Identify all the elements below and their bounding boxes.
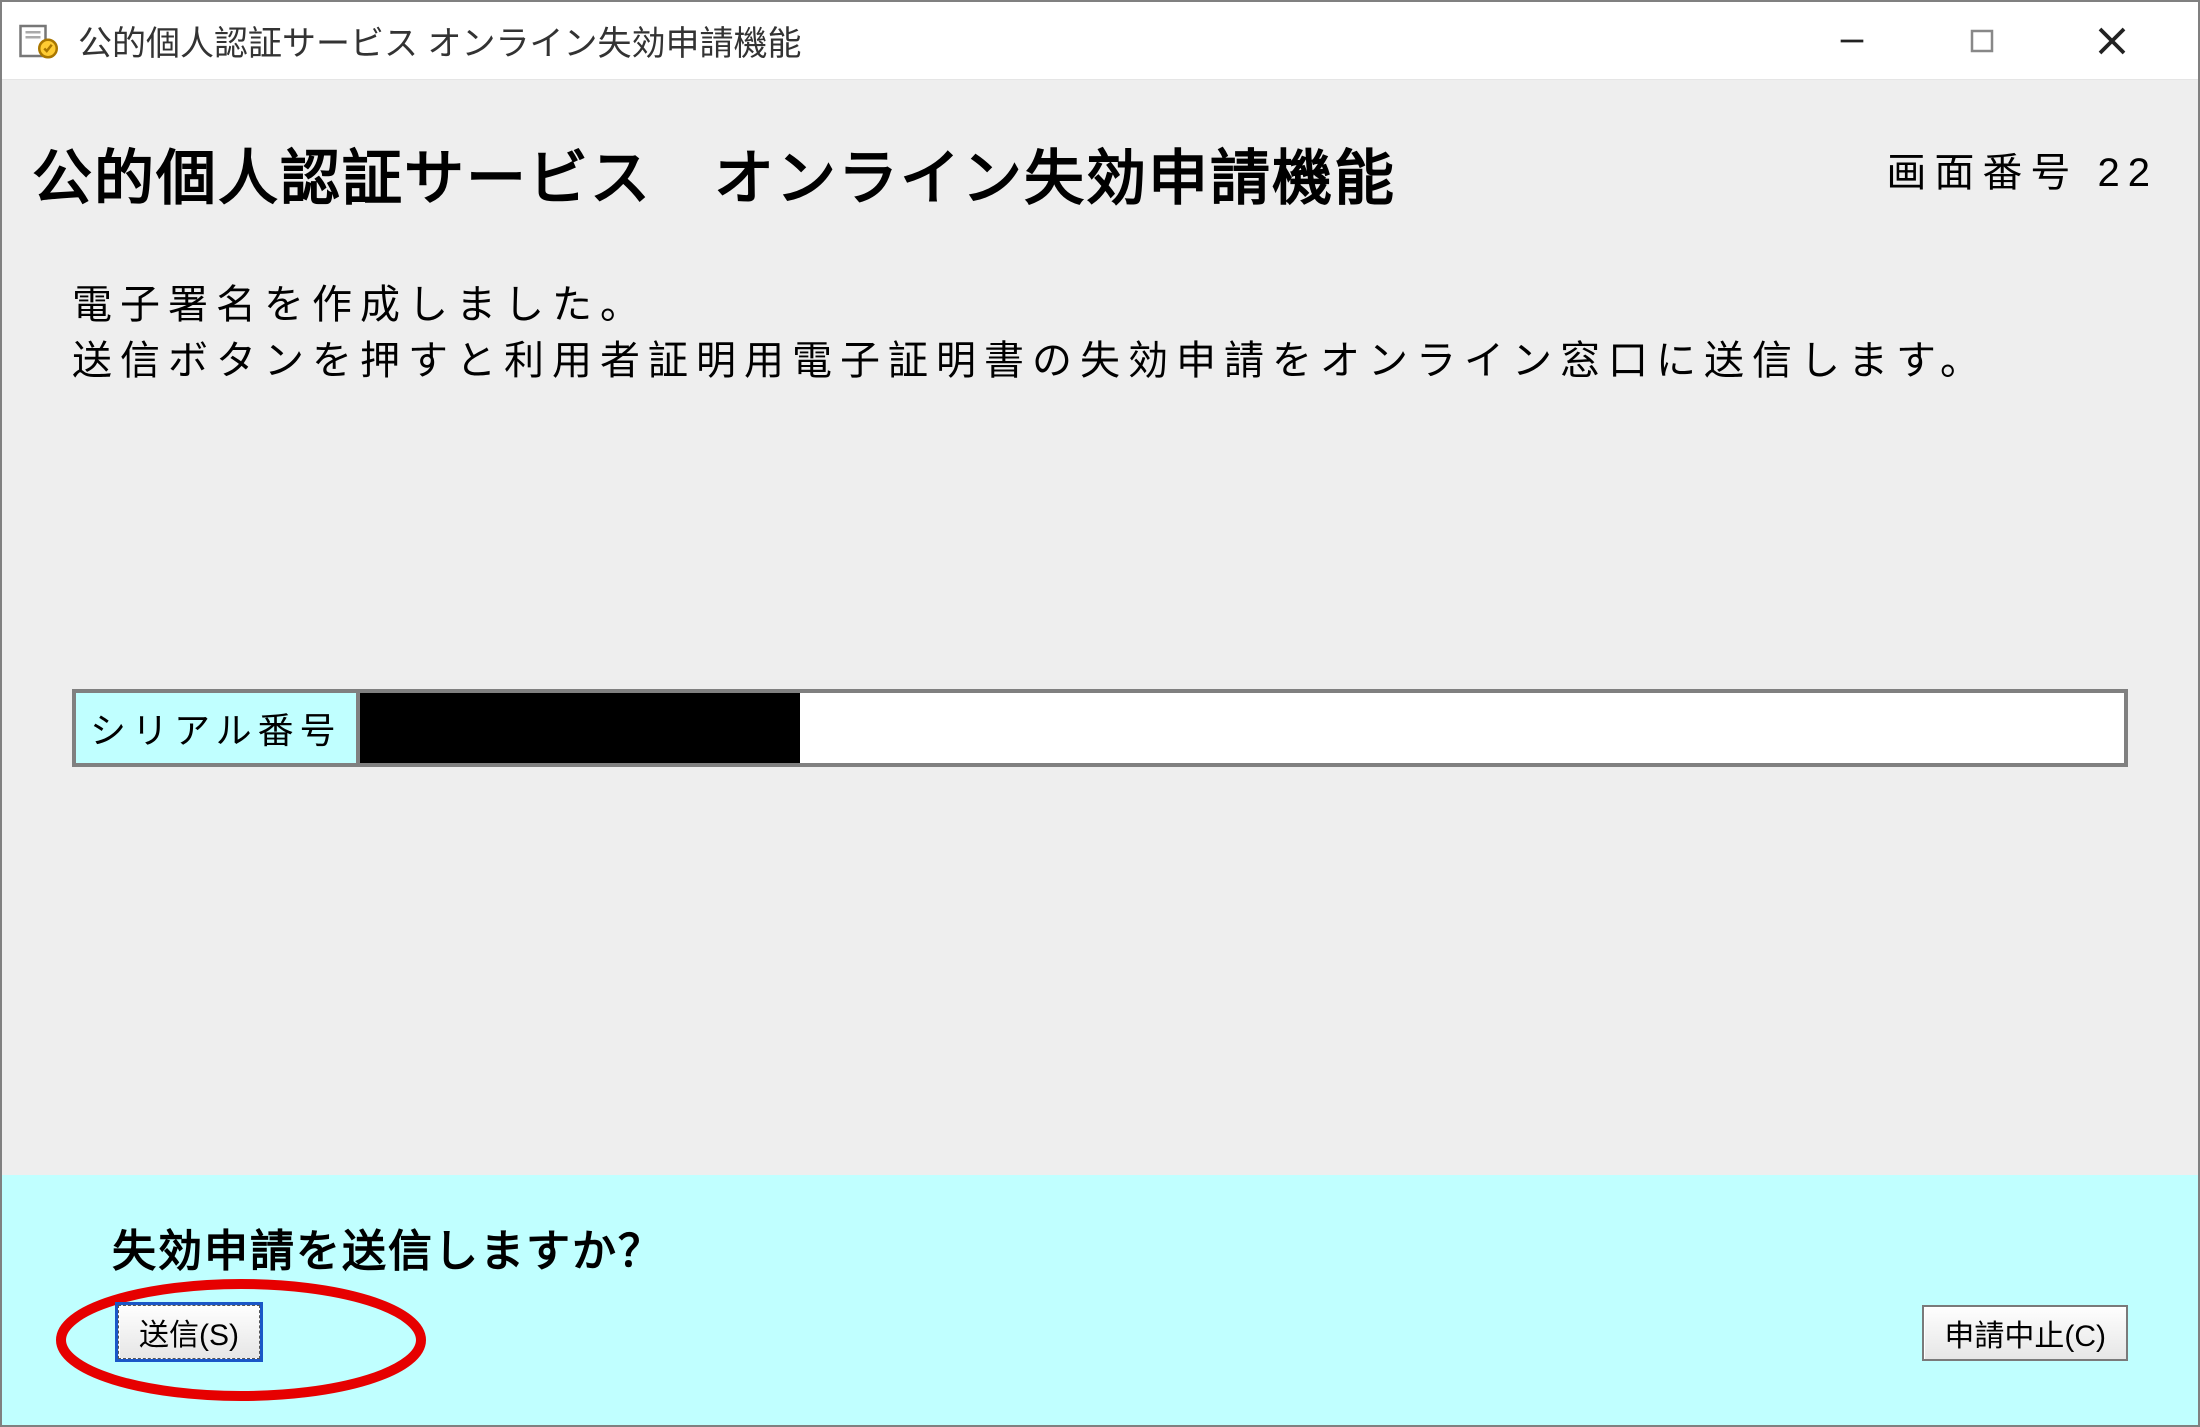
- submit-button[interactable]: 送信(S): [118, 1305, 260, 1359]
- confirm-prompt: 失効申請を送信しますか？: [112, 1215, 664, 1279]
- maximize-button[interactable]: [1952, 16, 2012, 66]
- screen-number: 画面番号 22: [1886, 130, 2158, 198]
- application-window: 公的個人認証サービス オンライン失効申請機能 公的個人認証サービス オンライン失…: [0, 0, 2200, 1427]
- minimize-button[interactable]: [1822, 16, 1882, 66]
- status-message: 電子署名を作成しました。 送信ボタンを押すと利用者証明用電子証明書の失効申請をオ…: [2, 237, 2198, 409]
- close-button[interactable]: [2082, 16, 2142, 66]
- serial-label: シリアル番号: [76, 693, 360, 763]
- page-title: 公的個人認証サービス オンライン失効申請機能: [32, 130, 1886, 217]
- client-area: 公的個人認証サービス オンライン失効申請機能 画面番号 22 電子署名を作成しま…: [2, 80, 2198, 1175]
- serial-value-cell: [360, 693, 2124, 763]
- cancel-button[interactable]: 申請中止(C): [1922, 1305, 2128, 1361]
- window-controls: [1822, 16, 2182, 66]
- window-title: 公的個人認証サービス オンライン失効申請機能: [78, 16, 1822, 65]
- serial-value-redacted: [360, 693, 800, 763]
- action-footer: 失効申請を送信しますか？ 送信(S) 申請中止(C): [2, 1175, 2198, 1425]
- app-icon: [18, 21, 58, 61]
- titlebar: 公的個人認証サービス オンライン失効申請機能: [2, 2, 2198, 80]
- serial-row: シリアル番号: [72, 689, 2128, 767]
